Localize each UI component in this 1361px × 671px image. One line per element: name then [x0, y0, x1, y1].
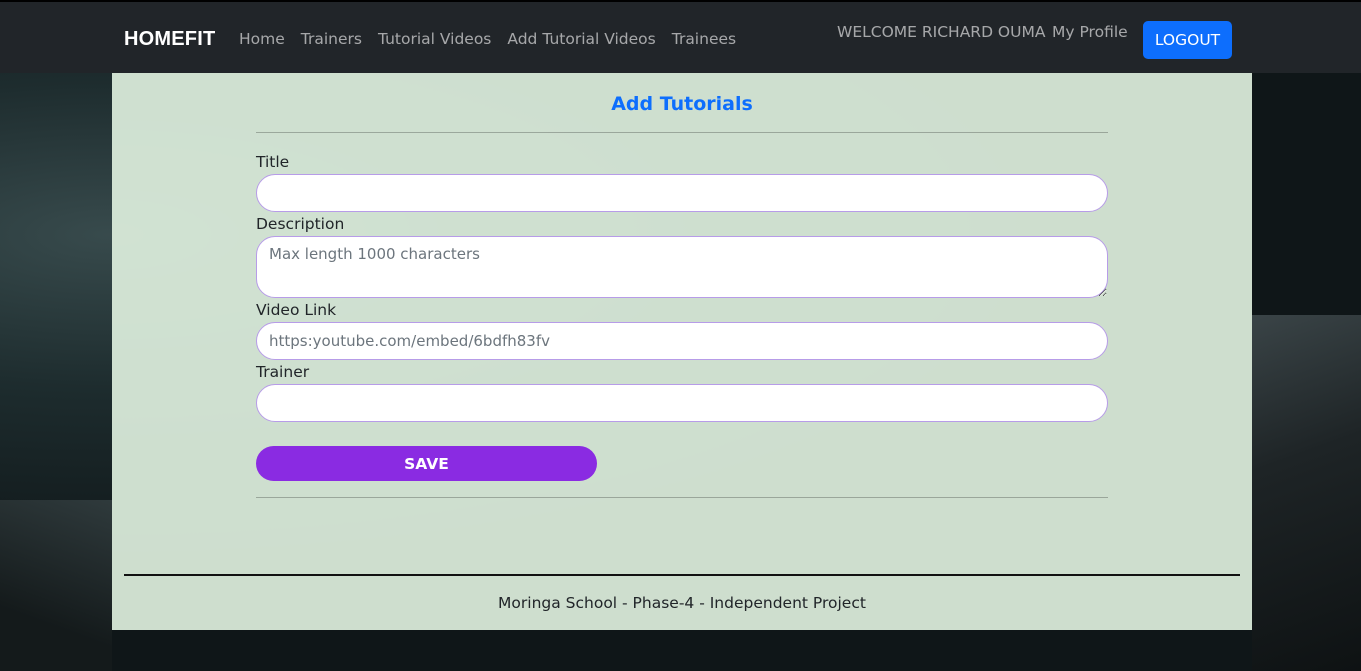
description-textarea[interactable]: [256, 236, 1108, 298]
trainer-input[interactable]: [256, 384, 1108, 422]
description-label: Description: [256, 215, 345, 233]
divider: [256, 132, 1108, 133]
video-link-input[interactable]: [256, 322, 1108, 360]
save-button[interactable]: SAVE: [256, 446, 597, 481]
brand-link[interactable]: HOMEFIT: [124, 28, 215, 51]
background-decoration: [1252, 315, 1361, 671]
footer-text: Moringa School - Phase-4 - Independent P…: [498, 594, 866, 612]
trainer-label: Trainer: [256, 363, 310, 381]
page-title: Add Tutorials: [611, 93, 753, 115]
nav-link-home[interactable]: Home: [239, 30, 285, 48]
welcome-text: WELCOME RICHARD OUMA: [837, 23, 1046, 41]
footer-divider: [124, 574, 1240, 576]
nav-links: Home Trainers Tutorial Videos Add Tutori…: [239, 30, 736, 48]
title-input[interactable]: [256, 174, 1108, 212]
logout-button[interactable]: LOGOUT: [1143, 21, 1232, 59]
my-profile-link[interactable]: My Profile: [1052, 23, 1128, 41]
nav-link-add-tutorial-videos[interactable]: Add Tutorial Videos: [507, 30, 655, 48]
nav-link-tutorial-videos[interactable]: Tutorial Videos: [378, 30, 491, 48]
video-link-label: Video Link: [256, 301, 337, 319]
add-tutorial-panel: Add Tutorials Title Description Video Li…: [112, 73, 1252, 630]
title-label: Title: [256, 153, 290, 171]
navbar: HOMEFIT Home Trainers Tutorial Videos Ad…: [0, 0, 1361, 73]
nav-link-trainees[interactable]: Trainees: [672, 30, 736, 48]
divider: [256, 497, 1108, 498]
background-decoration: [0, 500, 112, 671]
nav-link-trainers[interactable]: Trainers: [301, 30, 362, 48]
